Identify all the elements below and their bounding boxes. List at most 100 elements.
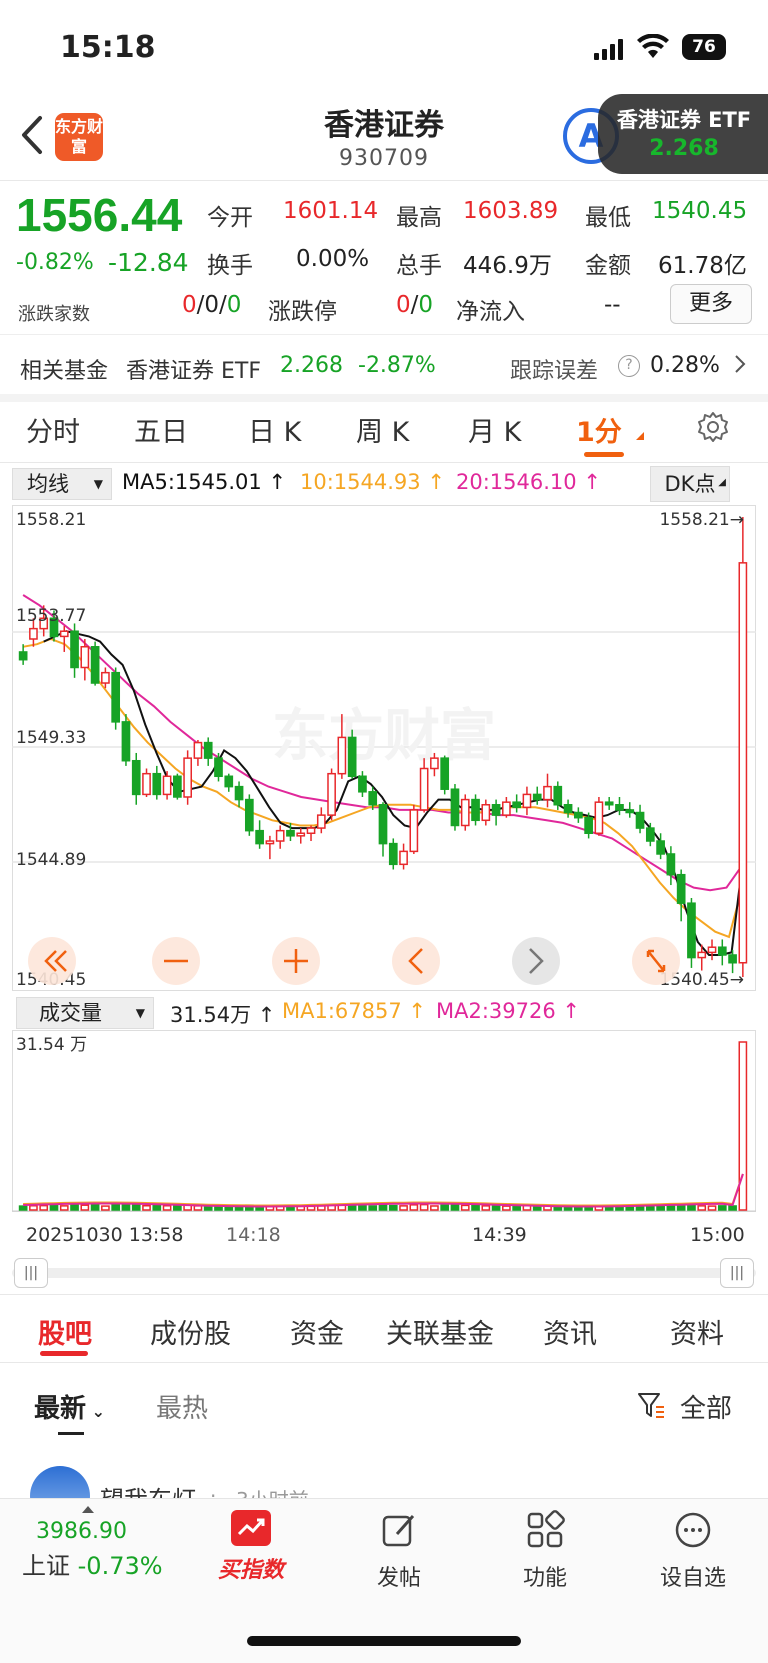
tab-daily-k[interactable]: 日 K	[248, 410, 301, 449]
index-name: 上证	[22, 1552, 70, 1580]
net-inflow-label: 净流入	[456, 299, 525, 325]
candle-body	[430, 757, 439, 770]
breadth-values: 0/0/0	[182, 292, 242, 318]
candle-body	[532, 793, 542, 801]
nav-functions[interactable]: 功能	[490, 1510, 600, 1592]
zoom-in-button[interactable]	[272, 937, 320, 985]
scroller-right-handle[interactable]: |||	[720, 1258, 754, 1288]
tab-constituents[interactable]: 成份股	[150, 1312, 231, 1351]
dk-point-button[interactable]: DK点 ◢	[650, 466, 730, 502]
tab-five-day[interactable]: 五日	[134, 410, 188, 449]
volume-bar	[111, 1203, 121, 1211]
nav-add-watchlist[interactable]: 设自选	[638, 1510, 748, 1592]
grid-icon	[527, 1510, 565, 1548]
candle-body	[183, 757, 192, 798]
volume-bar	[358, 1205, 367, 1211]
sort-underline	[58, 1432, 84, 1435]
breadth-label: 涨跌家数	[18, 304, 90, 325]
tab-related-funds[interactable]: 关联基金	[386, 1312, 494, 1351]
tab-news[interactable]: 资讯	[543, 1312, 597, 1351]
index-change: -0.73%	[77, 1552, 163, 1580]
candle-body	[162, 775, 172, 796]
volume-bar	[59, 1205, 69, 1211]
volume-bar	[39, 1204, 49, 1211]
limit-values: 0/0	[396, 292, 434, 318]
net-inflow-value: --	[604, 292, 621, 318]
nav-buy-index[interactable]: 买指数	[196, 1510, 306, 1584]
ma10-legend: 10:1544.93 ↑	[300, 470, 445, 494]
tab-weekly-k[interactable]: 周 K	[356, 410, 409, 449]
candle-body	[224, 775, 234, 788]
watermark: 东方财富	[272, 704, 496, 769]
ma20-legend: 20:1546.10 ↑	[456, 470, 601, 494]
candle-body	[471, 798, 480, 822]
signal-icon	[594, 38, 626, 60]
zoom-out-button[interactable]	[152, 937, 200, 985]
candle-body	[265, 840, 275, 845]
etf-popup[interactable]: 香港证券 ETF 2.268	[598, 94, 768, 174]
fullscreen-button[interactable]	[632, 937, 680, 985]
volume-bar	[173, 1205, 182, 1211]
turnover-rate-label: 换手	[207, 253, 253, 279]
filter-all[interactable]: 全部	[680, 1388, 732, 1425]
candle-body	[337, 736, 347, 775]
max-price-marker: 1558.21→	[659, 510, 744, 530]
tab-monthly-k[interactable]: 月 K	[468, 410, 521, 449]
candle-body	[707, 946, 717, 954]
scroller-left-handle[interactable]: |||	[14, 1258, 48, 1288]
open-value: 1601.14	[283, 198, 379, 224]
more-button[interactable]: 更多	[670, 284, 752, 324]
candle-body	[502, 801, 511, 816]
candle-body	[563, 804, 573, 814]
price-chart[interactable]: 东方财富 1558.21 1553.77 1549.33 1544.89 154…	[12, 505, 756, 991]
etf-popup-name: 香港证券 ETF	[616, 108, 752, 132]
tab-profile[interactable]: 资料	[670, 1312, 724, 1351]
candle-body	[543, 785, 552, 801]
candle-body	[306, 827, 316, 835]
candle-body	[450, 788, 460, 827]
candle-body	[409, 809, 419, 853]
scroll-left-button[interactable]	[392, 937, 440, 985]
volume-bar	[388, 1204, 398, 1211]
volume-label: 总手	[396, 253, 442, 279]
tab-capital[interactable]: 资金	[290, 1312, 344, 1351]
volume-bar	[18, 1205, 28, 1211]
help-icon[interactable]: ?	[618, 355, 640, 377]
turnover-rate-value: 0.00%	[296, 246, 370, 272]
sort-latest[interactable]: 最新 ⌄	[34, 1388, 105, 1425]
volume-bar	[460, 1204, 470, 1211]
candle-body	[635, 811, 645, 829]
fund-price: 2.268	[280, 353, 343, 378]
nav-post[interactable]: 发帖	[344, 1510, 454, 1592]
volume-chart[interactable]: 31.54 万	[12, 1030, 756, 1212]
more-circle-icon	[675, 1512, 711, 1548]
vol-ma1-legend: MA1:67857 ↑	[282, 999, 427, 1023]
candle-body	[296, 832, 306, 837]
volume-bar	[368, 1205, 378, 1211]
volume-bar	[502, 1205, 511, 1211]
index-ticker[interactable]: 3986.90 上证 -0.73%	[22, 1506, 182, 1581]
settings-gear-icon[interactable]	[696, 410, 730, 448]
time-label-2: 14:39	[472, 1224, 527, 1246]
chart-range-scroller[interactable]: ||| |||	[12, 1258, 756, 1288]
candle-body	[728, 954, 737, 964]
volume-bar	[430, 1205, 439, 1211]
tab-intraday[interactable]: 分时	[26, 410, 80, 449]
scroll-right-button[interactable]	[512, 937, 560, 985]
candle-body	[193, 741, 203, 759]
volume-bar	[491, 1205, 501, 1211]
wifi-icon	[636, 33, 670, 64]
ma-select[interactable]: 均线 ▼	[12, 468, 112, 500]
filter-icon[interactable]	[636, 1390, 666, 1424]
tab-1-minute[interactable]: 1分	[576, 410, 622, 449]
candle-body	[378, 804, 388, 845]
chevron-right-icon	[734, 353, 746, 379]
related-fund-label: 相关基金	[20, 359, 109, 384]
candle-body	[101, 671, 110, 684]
candle-body	[399, 850, 408, 866]
scroll-to-start-button[interactable]	[28, 937, 76, 985]
volume-indicator-select[interactable]: 成交量 ▼	[16, 997, 154, 1029]
related-fund-row[interactable]: 相关基金 香港证券 ETF 2.268 -2.87% 跟踪误差 ? 0.28%	[0, 334, 768, 394]
tab-guba[interactable]: 股吧	[38, 1312, 92, 1351]
sort-hot[interactable]: 最热	[156, 1388, 208, 1425]
